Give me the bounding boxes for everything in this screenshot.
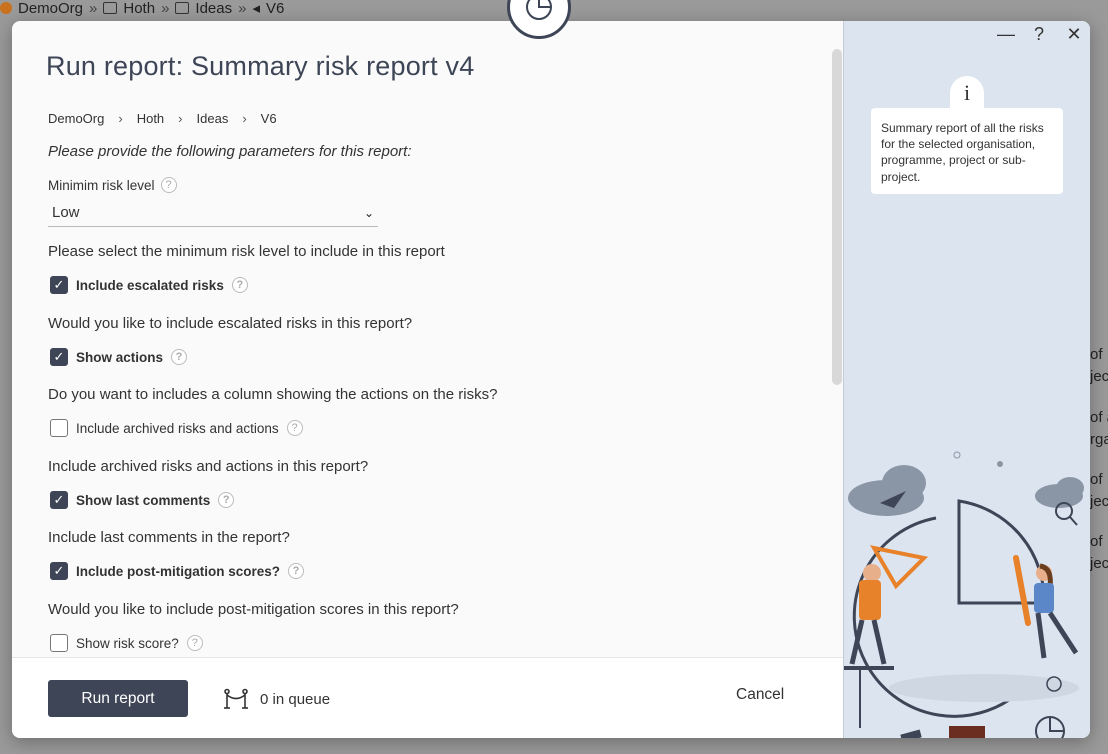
bg-fragment: of xyxy=(1090,471,1103,488)
chevron-right-icon: › xyxy=(242,111,247,126)
option-label: Include archived risks and actions xyxy=(76,420,279,436)
book-icon xyxy=(103,2,118,14)
min-risk-select[interactable]: Low ⌄ xyxy=(48,199,378,227)
option-show-last-comments[interactable]: ✓ Show last comments ? xyxy=(50,491,235,509)
org-icon xyxy=(0,2,12,14)
checkbox-checked[interactable]: ✓ xyxy=(50,276,68,294)
help-button[interactable]: ? xyxy=(1027,24,1051,45)
help-icon[interactable]: ? xyxy=(171,349,188,365)
option-description: Would you like to include post-mitigatio… xyxy=(48,601,459,618)
min-risk-label-row: Minimim risk level ? xyxy=(48,177,177,193)
help-icon[interactable]: ? xyxy=(231,277,248,293)
help-icon[interactable]: ? xyxy=(286,420,303,436)
chevron-right-icon: › xyxy=(178,111,183,126)
checkbox-checked[interactable]: ✓ xyxy=(50,348,68,366)
checkbox-unchecked[interactable] xyxy=(50,634,68,652)
queue-indicator: 0 in queue xyxy=(222,688,330,710)
instructions: Please provide the following parameters … xyxy=(48,143,412,160)
queue-barrier-icon xyxy=(224,688,248,709)
option-description: Include last comments in the report? xyxy=(48,529,290,546)
info-side-panel: — ? ✕ i Summary report of all the risks … xyxy=(843,21,1090,738)
chevron-double-icon: » xyxy=(161,0,170,17)
info-icon: i xyxy=(950,76,984,110)
option-include-archived[interactable]: Include archived risks and actions ? xyxy=(50,419,303,437)
min-risk-label: Minimim risk level xyxy=(48,177,155,193)
option-show-actions[interactable]: ✓ Show actions ? xyxy=(50,348,188,366)
bg-fragment: jec xyxy=(1090,368,1108,385)
option-label: Include post-mitigation scores? xyxy=(76,563,281,579)
option-description: Would you like to include escalated risk… xyxy=(48,315,413,332)
min-risk-description: Please select the minimum risk level to … xyxy=(48,243,445,260)
modal-title: Run report: Summary risk report v4 xyxy=(46,51,475,81)
queue-count: 0 in queue xyxy=(260,690,331,708)
breadcrumb: DemoOrg › Hoth › Ideas › V6 xyxy=(48,111,277,126)
bg-fragment: of xyxy=(1090,533,1103,550)
option-include-escalated[interactable]: ✓ Include escalated risks ? xyxy=(50,276,248,294)
crumb-program[interactable]: Hoth xyxy=(137,111,164,126)
run-report-modal: Run report: Summary risk report v4 DemoO… xyxy=(12,21,1090,738)
min-risk-value: Low xyxy=(52,204,80,221)
crumb-org[interactable]: DemoOrg xyxy=(48,111,104,126)
chevron-double-icon: » xyxy=(238,0,247,17)
chevron-right-icon: › xyxy=(118,111,123,126)
help-icon[interactable]: ? xyxy=(218,492,235,508)
option-description: Do you want to includes a column showing… xyxy=(48,386,498,403)
help-icon[interactable]: ? xyxy=(186,635,203,651)
option-show-risk-score[interactable]: Show risk score? ? xyxy=(50,634,203,652)
close-button[interactable]: ✕ xyxy=(1062,24,1086,45)
option-label: Show risk score? xyxy=(76,635,179,651)
modal-footer: Run report 0 in queue Cancel xyxy=(12,657,843,738)
bg-fragment: rga xyxy=(1090,431,1108,448)
bg-fragment: jec xyxy=(1090,555,1108,572)
bg-crumb-project[interactable]: Ideas xyxy=(195,0,232,17)
bg-crumb-program[interactable]: Hoth xyxy=(123,0,155,17)
checkbox-checked[interactable]: ✓ xyxy=(50,491,68,509)
crumb-project[interactable]: Ideas xyxy=(197,111,229,126)
chevron-double-icon: » xyxy=(89,0,98,17)
option-label: Show last comments xyxy=(76,492,211,508)
background-breadcrumb: DemoOrg » Hoth » Ideas » ◂ V6 xyxy=(0,0,284,17)
bg-crumb-subproject[interactable]: V6 xyxy=(266,0,284,17)
checkbox-unchecked[interactable] xyxy=(50,419,68,437)
report-description: Summary report of all the risks for the … xyxy=(871,108,1063,194)
run-report-button[interactable]: Run report xyxy=(48,680,188,717)
bg-fragment: of a xyxy=(1090,409,1108,426)
option-post-mitigation[interactable]: ✓ Include post-mitigation scores? ? xyxy=(50,562,305,580)
option-label: Show actions xyxy=(76,349,164,365)
crumb-subproject[interactable]: V6 xyxy=(261,111,277,126)
bg-crumb-org[interactable]: DemoOrg xyxy=(18,0,83,17)
report-illustration xyxy=(844,451,1084,738)
bg-fragment: of xyxy=(1090,346,1103,363)
option-label: Include escalated risks xyxy=(76,277,224,293)
help-icon[interactable]: ? xyxy=(160,177,177,193)
book-icon xyxy=(175,2,190,14)
cancel-button[interactable]: Cancel xyxy=(736,686,784,704)
caret-left-icon: ◂ xyxy=(252,0,260,17)
chevron-down-icon: ⌄ xyxy=(363,205,374,220)
option-description: Include archived risks and actions in th… xyxy=(48,458,369,475)
pie-chart-icon xyxy=(526,0,552,20)
scrollbar-thumb[interactable] xyxy=(832,49,842,385)
parameters-pane: Run report: Summary risk report v4 DemoO… xyxy=(12,21,843,657)
bg-fragment: jec xyxy=(1090,493,1108,510)
checkbox-checked[interactable]: ✓ xyxy=(50,562,68,580)
help-icon[interactable]: ? xyxy=(288,563,305,579)
minimize-button[interactable]: — xyxy=(994,24,1018,45)
